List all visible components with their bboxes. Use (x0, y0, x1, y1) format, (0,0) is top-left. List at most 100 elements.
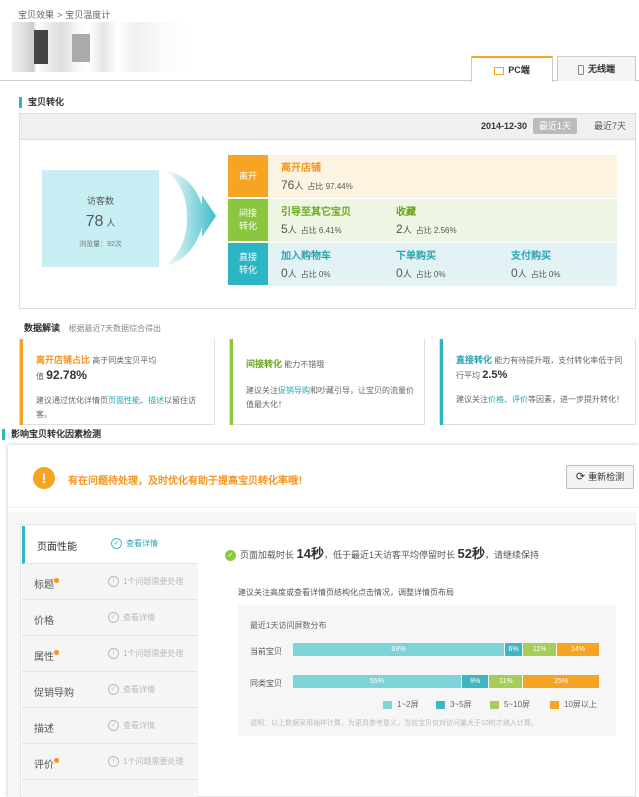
sidebar-item-status: 查看详情 (123, 685, 155, 694)
load-mid: ，低于最近1天访客平均停留时长 (324, 550, 456, 560)
direct-cart-ratio: 占比 0% (300, 270, 331, 279)
leave-ratio: 占比 97.44% (307, 182, 353, 191)
direct-pay-ratio: 占比 0% (530, 270, 561, 279)
card1-value: 92.78% (46, 368, 87, 382)
sidebar-item-description[interactable]: 描述 ✓ 查看详情 (22, 708, 198, 744)
card1-head: 离开店铺占比 (36, 355, 91, 365)
alert-dot (54, 758, 59, 763)
recheck-button[interactable]: ⟳ 重新检测 (566, 465, 634, 489)
load-value2: 52秒 (457, 546, 485, 561)
legend-item: 3~5屏 (436, 699, 472, 710)
alert-dot (54, 578, 59, 583)
legend-item: 5~10屏 (490, 699, 530, 710)
bar-segment-label: 9% (470, 678, 481, 685)
sidebar-item-label: 描述 (34, 724, 54, 735)
tab-pc[interactable]: PC端 (471, 56, 553, 82)
bar-segment: 14% (557, 643, 599, 656)
legend-swatch (436, 700, 445, 709)
sidebar-item-label: 促销导购 (34, 688, 74, 699)
legend-label: 5~10屏 (504, 700, 531, 709)
direct-order-unit: 人 (402, 269, 412, 279)
check-icon: ✓ (111, 538, 122, 550)
indirect-other-ratio: 占比 6.41% (300, 226, 342, 235)
monitor-icon (494, 66, 505, 75)
indirect-fav-title: 收藏 (396, 207, 416, 218)
card3-head: 直接转化 (456, 355, 493, 365)
category-label-current: 当前宝贝 (250, 647, 282, 656)
bar-segment-label: 11% (499, 678, 513, 685)
sidebar-item-promotion[interactable]: 促销导购 ✓ 查看详情 (22, 672, 198, 708)
card2-tip1: 建议关注 (246, 386, 278, 395)
bar-segment-label: 14% (570, 646, 585, 653)
description-link[interactable]: 描述 (148, 396, 164, 405)
warning-text: 有在问题待处理，及时优化有助于提高宝贝转化率哦！ (68, 476, 308, 487)
interpretation-card-indirect: 间接转化 能力不错哦 建议关注促销导购和吵藏引导，让宝贝的流量价值最大化！ (229, 339, 425, 425)
tab-mobile[interactable]: 无线端 (557, 56, 636, 81)
promotion-link[interactable]: 促销导购 (278, 386, 310, 395)
bar-segment: 9% (461, 675, 489, 688)
indirect-fav-value: 2 (396, 222, 403, 236)
interpretation-subtitle: 根据最近7天数据综合得出 (68, 324, 161, 333)
direct-order-value: 0 (396, 266, 403, 280)
direct-label: 直接 转化 (228, 243, 268, 285)
legend-swatch (550, 700, 559, 709)
sidebar-item-title[interactable]: 标题 ! 1个问题需要处理 (22, 564, 198, 600)
range-1day-button[interactable]: 最近1天 (533, 118, 578, 134)
visitors-value: 78 (85, 213, 104, 230)
indirect-other-unit: 人 (287, 225, 297, 235)
category-label-similar: 同类宝贝 (250, 679, 282, 688)
review-link[interactable]: 评价 (512, 395, 528, 404)
sidebar-item-label: 价格 (34, 616, 54, 627)
refresh-icon: ⟳ (575, 471, 586, 483)
direct-pay-unit: 人 (517, 269, 527, 279)
direct-order-ratio: 占比 0% (415, 270, 446, 279)
tab-mobile-label: 无线端 (587, 64, 615, 74)
indirect-other-value: 5 (281, 222, 288, 236)
card1-head2: 高于同类宝贝平均 (92, 356, 157, 365)
alert-icon: ! (108, 576, 119, 588)
visitors-label: 访客数 (86, 196, 114, 206)
card1-sep: 、 (140, 396, 148, 405)
indirect-label: 间接 转化 (228, 199, 268, 241)
range-7day-button[interactable]: 最近7天 (588, 118, 632, 134)
price-link[interactable]: 价格 (488, 395, 504, 404)
legend-swatch (383, 700, 392, 709)
load-pre: 页面加载时长 (240, 550, 295, 560)
indirect-fav-unit: 人 (402, 225, 412, 235)
sidebar-item-price[interactable]: 价格 ✓ 查看详情 (22, 600, 198, 636)
sidebar-item-reviews[interactable]: 评价 ! 1个问题需要处理 (22, 744, 198, 780)
sidebar-item-status: 查看详情 (126, 539, 158, 548)
bar-segment: 11% (523, 643, 557, 656)
sidebar-item-label: 评价 (34, 760, 54, 771)
leave-row: 离开店铺 76人 占比 97.44% (268, 155, 617, 198)
pageviews-label: 浏览量：92次 (79, 241, 122, 248)
factor-sidebar: 页面性能 ✓ 查看详情 标题 ! 1个问题需要处理 价格 ✓ 查看详情 属性 ! 1个问… (22, 526, 198, 797)
sidebar-item-label: 页面性能 (37, 542, 77, 553)
indirect-other-title: 引导至其它宝贝 (281, 207, 351, 218)
advice-text: 建议关注高度或查看详情页结构化点击情况，调整详情页布局 (238, 588, 454, 597)
interpretation-title: 数据解读 (24, 323, 61, 333)
sidebar-item-status: 查看详情 (123, 613, 155, 622)
direct-pay-title: 支付购买 (511, 251, 551, 262)
load-time-summary: ✓ 页面加载时长 14秒，低于最近1天访客平均停留时长 52秒，请继续保持 (225, 543, 539, 562)
breadcrumb-item[interactable]: 宝贝效果 (18, 10, 54, 20)
legend-label: 1~2屏 (397, 700, 419, 709)
bar-segment: 55% (293, 675, 461, 688)
flow-arrow-icon (164, 170, 216, 266)
visitors-box: 访客数 78 人 浏览量：92次 (42, 170, 159, 267)
alert-icon: ! (108, 648, 119, 660)
date-label: 2014-12-30 (481, 121, 528, 131)
card1-pre: 值 (36, 372, 44, 381)
sidebar-item-status: 1个问题需要处理 (123, 577, 184, 586)
interpretation-card-leave: 离开店铺占比 高于同类宝贝平均 值 92.78% 建议通过优化详情页页面性能、描… (19, 339, 215, 425)
direct-order-title: 下单购买 (396, 251, 436, 262)
page-performance-link[interactable]: 页面性能 (108, 396, 140, 405)
direct-cart-unit: 人 (287, 269, 297, 279)
sidebar-item-page-performance[interactable]: 页面性能 ✓ 查看详情 (22, 526, 198, 564)
check-icon: ✓ (108, 720, 119, 732)
bar-segment-label: 55% (369, 678, 384, 685)
card3-tip1: 建议关注 (456, 395, 488, 404)
breadcrumb-current: 宝贝温度计 (65, 10, 111, 20)
sidebar-item-attributes[interactable]: 属性 ! 1个问题需要处理 (22, 636, 198, 672)
visitors-unit: 人 (106, 218, 116, 228)
